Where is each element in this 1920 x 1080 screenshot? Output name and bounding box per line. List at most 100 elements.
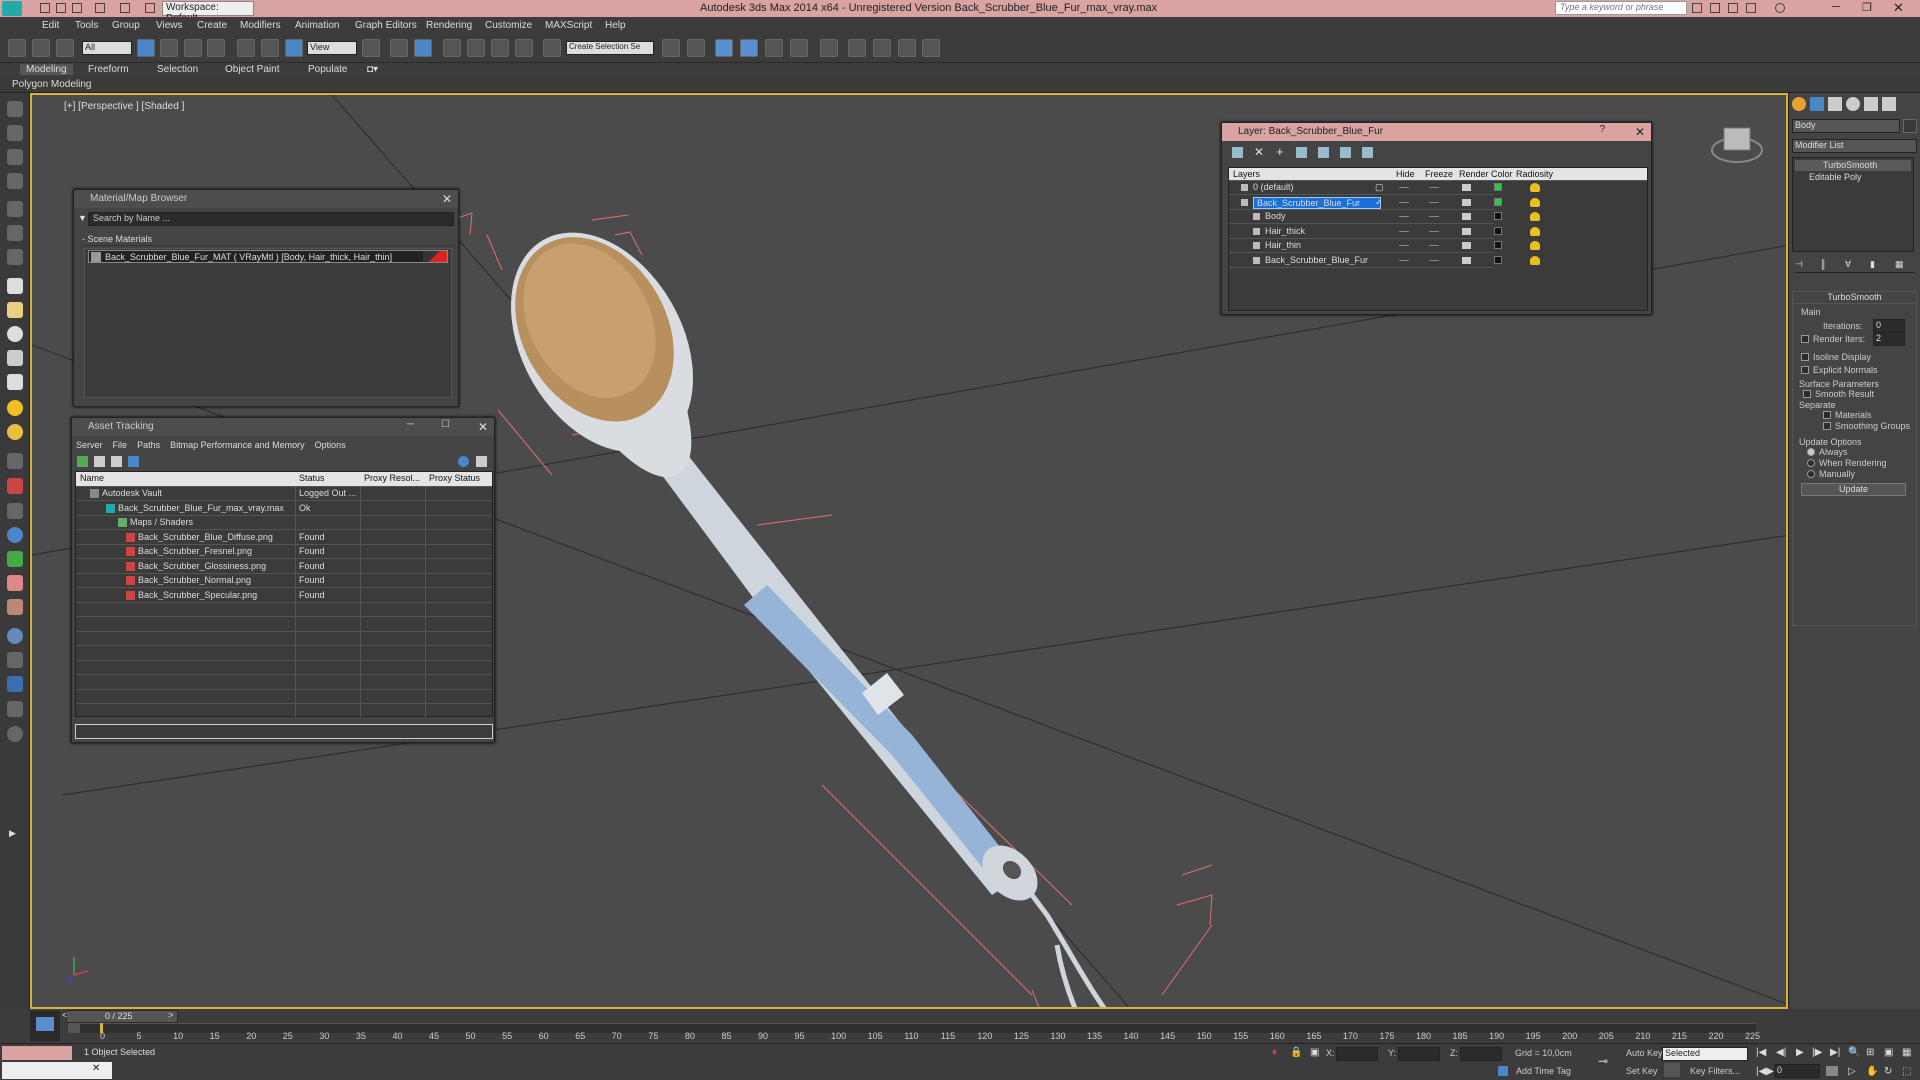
radiosity-icon[interactable] — [1530, 241, 1540, 250]
table-row[interactable]: Back_Scrubber_Specular.png Found — [76, 589, 492, 603]
scene-materials-header[interactable]: - Scene Materials — [82, 234, 454, 246]
col-color[interactable]: Color — [1491, 169, 1513, 179]
zoom-extents-all-icon[interactable]: ▦ — [1902, 1047, 1911, 1058]
active-layer-box[interactable]: ▢ — [1375, 182, 1384, 193]
menu-customize[interactable]: Customize — [485, 20, 532, 31]
menu-edit[interactable]: Edit — [42, 20, 59, 31]
ribbon-options-icon[interactable]: ◘▾ — [367, 64, 378, 75]
maximize-viewport-icon[interactable]: ⬚ — [1902, 1066, 1911, 1077]
selected-dropdown[interactable]: Selected — [1662, 1047, 1748, 1061]
col-render[interactable]: Render — [1459, 169, 1489, 179]
layer-color-swatch[interactable] — [1494, 241, 1502, 249]
menu-graph-editors[interactable]: Graph Editors — [355, 20, 417, 31]
move-icon[interactable] — [237, 39, 255, 57]
menu-animation[interactable]: Animation — [295, 20, 339, 31]
material-editor-icon[interactable] — [820, 39, 838, 57]
select-manipulate-icon[interactable] — [390, 39, 408, 57]
asset-menu-server[interactable]: Server — [76, 440, 103, 450]
object-color-swatch[interactable] — [1903, 119, 1917, 133]
table-row[interactable]: Back_Scrubber_Blue_Fur_max_vray.max Ok — [76, 502, 492, 516]
freeze-toggle[interactable] — [1429, 187, 1439, 188]
col-layers[interactable]: Layers — [1233, 169, 1260, 179]
layer-color-swatch[interactable] — [1494, 197, 1502, 206]
ribbon-tab-object-paint[interactable]: Object Paint — [225, 64, 279, 75]
help-circle-icon[interactable] — [7, 726, 23, 742]
layer-row[interactable]: Body — [1229, 210, 1540, 224]
pan-icon[interactable]: ✋ — [1866, 1066, 1878, 1077]
stack-item-turbosmooth[interactable]: TurboSmooth — [1795, 160, 1911, 171]
help-search-input[interactable]: Type a keyword or phrase — [1555, 1, 1687, 15]
list-view-icon[interactable] — [94, 456, 105, 467]
key-mode-icon[interactable]: ⊸ — [1598, 1054, 1608, 1068]
col-status[interactable]: Status — [299, 473, 325, 483]
iterations-spinner[interactable]: 0 — [1873, 319, 1905, 333]
col-hide[interactable]: Hide — [1396, 169, 1415, 179]
zoom-icon[interactable]: 🔍 — [1848, 1047, 1860, 1058]
angle-snap-icon[interactable] — [467, 39, 485, 57]
next-frame-arrow[interactable]: > — [168, 1010, 173, 1020]
undo-icon[interactable] — [95, 3, 105, 13]
layer-row[interactable]: Hair_thick — [1229, 225, 1540, 239]
absolute-mode-icon[interactable]: ▣ — [1310, 1047, 1319, 1058]
col-name[interactable]: Name — [80, 473, 104, 483]
always-radio[interactable] — [1807, 448, 1815, 456]
close-button[interactable]: ✕ — [1893, 0, 1904, 16]
help-question-icon[interactable]: ? — [1599, 124, 1605, 135]
zoom-all-icon[interactable]: ⊞ — [1866, 1047, 1874, 1058]
menu-tools[interactable]: Tools — [75, 20, 98, 31]
named-selection-dropdown[interactable]: Create Selection Se — [566, 41, 654, 55]
freeze-toggle[interactable] — [1429, 245, 1439, 246]
layer-row[interactable]: 0 (default) ▢ — [1229, 181, 1540, 195]
select-objects-icon[interactable] — [1296, 147, 1307, 158]
current-frame-field[interactable]: 0 — [1774, 1064, 1820, 1078]
spinner-snap-icon[interactable] — [515, 39, 533, 57]
menu-group[interactable]: Group — [112, 20, 140, 31]
material-item[interactable]: Back_Scrubber_Blue_Fur_MAT ( VRayMtl ) [… — [88, 250, 448, 263]
play-icon[interactable]: ▶ — [1796, 1047, 1804, 1058]
minimize-button[interactable]: ─ — [1832, 1, 1840, 13]
layer-color-swatch[interactable] — [1494, 255, 1502, 264]
binoculars-icon[interactable] — [1692, 3, 1702, 13]
pivot-center-icon[interactable] — [362, 39, 380, 57]
time-slider[interactable]: 0 / 225 — [66, 1010, 178, 1023]
col-proxy-status[interactable]: Proxy Status — [429, 473, 480, 483]
new-file-icon[interactable] — [40, 3, 50, 13]
goto-end-icon[interactable]: ▶| — [1830, 1047, 1840, 1058]
app-logo-icon[interactable] — [2, 1, 22, 16]
save-file-icon[interactable] — [72, 3, 82, 13]
smoothing-groups-checkbox[interactable] — [1823, 422, 1831, 430]
favorites-icon[interactable] — [1746, 3, 1756, 13]
biped-icon[interactable] — [7, 575, 23, 591]
workspace-dropdown[interactable]: Workspace: Default — [162, 1, 254, 24]
pflow-icon[interactable] — [7, 478, 23, 494]
radiosity-icon[interactable] — [1530, 183, 1540, 192]
isoline-checkbox[interactable] — [1801, 353, 1809, 361]
panel-modify-icon[interactable] — [1810, 97, 1824, 111]
unlink-icon[interactable] — [32, 39, 50, 57]
menu-maxscript[interactable]: MAXScript — [545, 20, 592, 31]
communication-icon[interactable] — [1728, 3, 1738, 13]
render-teapot-icon[interactable] — [1462, 198, 1471, 206]
layer-manager-titlebar[interactable]: Layer: Back_Scrubber_Blue_Fur ? ✕ — [1222, 123, 1651, 141]
layer-row[interactable]: Back_Scrubber_Blue_Fur — [1229, 254, 1540, 268]
rect-selection-icon[interactable] — [184, 39, 202, 57]
layer-color-swatch[interactable] — [1494, 226, 1502, 235]
graphite-toggle-icon[interactable] — [740, 39, 758, 57]
hair-icon[interactable] — [7, 599, 23, 615]
show-end-result-icon[interactable]: ║ — [1820, 259, 1826, 269]
hide-toggle[interactable] — [1399, 230, 1409, 232]
create-helpers-icon[interactable] — [7, 201, 23, 217]
asset-path-field[interactable] — [75, 724, 493, 739]
link-icon[interactable] — [8, 39, 26, 57]
hide-toggle[interactable] — [1399, 216, 1409, 217]
grid-view-icon[interactable] — [128, 456, 139, 467]
material-browser-titlebar[interactable]: Material/Map Browser ✕ — [74, 190, 458, 208]
auto-key-button[interactable]: Auto Key — [1626, 1048, 1663, 1058]
panel-hierarchy-icon[interactable] — [1828, 97, 1842, 111]
panel-motion-icon[interactable] — [1846, 97, 1860, 111]
sphere-icon[interactable] — [7, 326, 23, 342]
create-lights-icon[interactable] — [7, 149, 23, 165]
open-file-icon[interactable] — [56, 3, 66, 13]
asset-tracking-titlebar[interactable]: Asset Tracking ─ ☐ ✕ — [72, 418, 494, 436]
when-rendering-radio[interactable] — [1807, 459, 1815, 467]
